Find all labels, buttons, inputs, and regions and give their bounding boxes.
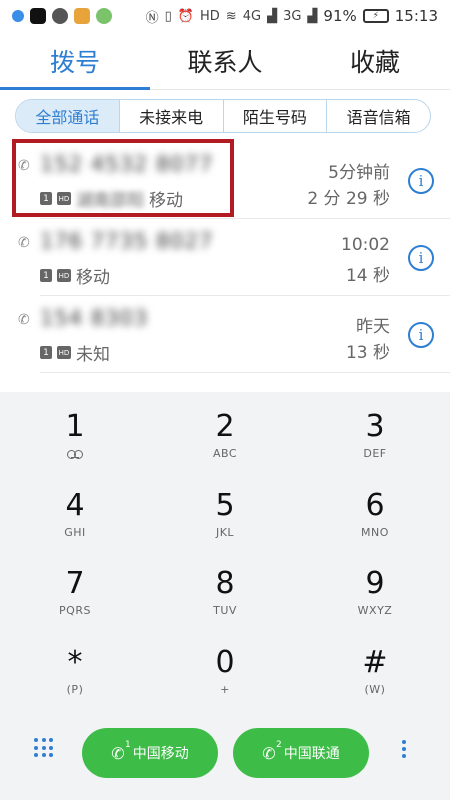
key-8[interactable]: 8 TUV	[150, 567, 300, 646]
key-letters: WXYZ	[357, 604, 393, 617]
key-digit: 9	[365, 566, 385, 601]
alarm-icon: ⏰	[177, 8, 194, 24]
key-digit: *	[67, 644, 83, 680]
call-duration: 14 秒	[345, 266, 390, 286]
dial-keypad: 1 2 ABC 3 DEF 4 GHI 5 JKL 6 MNO 7 PQRS 8…	[0, 392, 450, 724]
system-icons: Ⓝ ▯ ⏰ HD ≋ 4G ▟ 3G ▟ 91% ⚡ 15:13	[146, 7, 438, 26]
key-5[interactable]: 5 JKL	[150, 487, 300, 568]
key-letters: ABC	[212, 447, 238, 460]
hd-call-icon: HD	[57, 269, 71, 282]
battery-percent: 91%	[323, 7, 357, 25]
paw-app-icon	[12, 10, 24, 22]
key-digit: 3	[365, 409, 385, 444]
key-digit: 5	[215, 487, 235, 523]
filter-all-calls[interactable]: 全部通话	[16, 100, 120, 132]
tiktok-app-icon	[30, 8, 46, 24]
call-duration: 2 分 29 秒	[307, 189, 390, 209]
dialer-bottom-bar: ✆ 1 中国移动 ✆ 2 中国联通	[0, 724, 450, 800]
vibrate-icon: ▯	[164, 8, 172, 24]
signal-icon: ▟	[267, 8, 278, 24]
sim2-carrier-label: 中国联通	[283, 746, 340, 762]
network-3g-label: 3G	[283, 8, 302, 24]
key-digit: #	[362, 644, 388, 680]
hd-icon: HD	[200, 8, 220, 24]
key-letters: DEF	[363, 447, 387, 460]
key-7[interactable]: 7 PQRS	[0, 567, 150, 646]
call-filter-segmented: 全部通话 未接来电 陌生号码 语音信箱	[15, 99, 431, 133]
call-sim1-button[interactable]: ✆ 1 中国移动	[82, 728, 218, 778]
key-hash[interactable]: # (W)	[300, 644, 450, 725]
key-letters: (W)	[364, 682, 386, 696]
info-icon[interactable]: i	[408, 322, 434, 348]
key-digit: 6	[365, 487, 385, 523]
network-4g-label: 4G	[242, 8, 262, 24]
call-time: 5分钟前	[328, 163, 390, 183]
key-star[interactable]: * (P)	[0, 644, 150, 725]
sim1-icon: 1	[40, 346, 52, 359]
call-number: 154 8303	[40, 306, 149, 330]
tab-dialer[interactable]: 拨号	[0, 32, 150, 90]
info-icon[interactable]: i	[408, 245, 434, 271]
outgoing-call-icon: ✆	[18, 235, 30, 251]
info-icon[interactable]: i	[408, 168, 434, 194]
key-9[interactable]: 9 WXYZ	[300, 567, 450, 646]
call-log-item[interactable]: ✆ 176 7735 8027 1 HD 移动 10:02 14 秒 i	[18, 219, 450, 296]
filter-missed-calls[interactable]: 未接来电	[120, 100, 224, 132]
nfc-icon: Ⓝ	[145, 10, 159, 26]
clock: 15:13	[394, 7, 438, 25]
key-digit: 1	[65, 409, 85, 444]
keypad-toggle-icon[interactable]	[34, 738, 54, 758]
key-2[interactable]: 2 ABC	[150, 410, 300, 489]
outgoing-call-icon: ✆	[18, 312, 30, 328]
tab-favorites[interactable]: 收藏	[300, 32, 450, 89]
call-number: 176 7735 8027	[40, 229, 214, 253]
call-duration: 13 秒	[345, 343, 390, 363]
key-digit: 4	[65, 487, 85, 523]
key-4[interactable]: 4 GHI	[0, 487, 150, 568]
key-letters: TUV	[213, 604, 237, 617]
phone-icon: ✆ 2	[262, 739, 282, 763]
key-digit: 7	[65, 566, 85, 601]
key-digit: 0	[215, 644, 235, 680]
key-letters: GHI	[64, 525, 86, 539]
hd-call-icon: HD	[57, 346, 71, 359]
call-carrier: 未知	[76, 345, 110, 365]
filter-voicemail[interactable]: 语音信箱	[327, 100, 430, 132]
signal-icon: ▟	[307, 8, 318, 24]
key-digit: 2	[215, 409, 235, 444]
phone-icon: ✆ 1	[111, 739, 131, 763]
call-meta: 1 HD 未知	[40, 340, 110, 365]
key-digit: 8	[215, 566, 235, 601]
call-meta: 1 HD 移动	[40, 263, 110, 288]
wifi-icon: ≋	[225, 8, 237, 24]
call-sim2-button[interactable]: ✆ 2 中国联通	[233, 728, 369, 778]
status-bar: Ⓝ ▯ ⏰ HD ≋ 4G ▟ 3G ▟ 91% ⚡ 15:13	[0, 0, 450, 32]
key-letters: +	[220, 682, 230, 696]
key-letters: JKL	[215, 525, 235, 539]
key-1[interactable]: 1	[0, 410, 150, 489]
colorful-app-icon	[96, 8, 112, 24]
key-letters: MNO	[361, 525, 389, 539]
battery-charging-icon: ⚡	[362, 9, 389, 23]
voicemail-icon	[67, 450, 83, 459]
call-log-item[interactable]: ✆ 154 8303 1 HD 未知 昨天 13 秒 i	[18, 296, 450, 373]
sim1-carrier-label: 中国移动	[132, 746, 189, 762]
chat-bubble-icon	[52, 8, 68, 24]
more-options-icon[interactable]	[402, 740, 406, 758]
top-tabs: 拨号 联系人 收藏	[0, 32, 450, 90]
call-time: 昨天	[356, 317, 390, 337]
flower-app-icon	[74, 8, 90, 24]
key-letters: (P)	[66, 682, 84, 696]
call-carrier: 移动	[76, 268, 110, 288]
sim1-icon: 1	[40, 269, 52, 282]
call-time: 10:02	[341, 235, 390, 255]
key-letters: PQRS	[59, 604, 91, 617]
key-0[interactable]: 0 +	[150, 644, 300, 725]
highlight-box	[12, 139, 234, 217]
key-3[interactable]: 3 DEF	[300, 410, 450, 489]
tab-contacts[interactable]: 联系人	[150, 32, 300, 89]
notification-icons	[12, 8, 112, 24]
key-6[interactable]: 6 MNO	[300, 487, 450, 568]
filter-unknown-numbers[interactable]: 陌生号码	[224, 100, 328, 132]
